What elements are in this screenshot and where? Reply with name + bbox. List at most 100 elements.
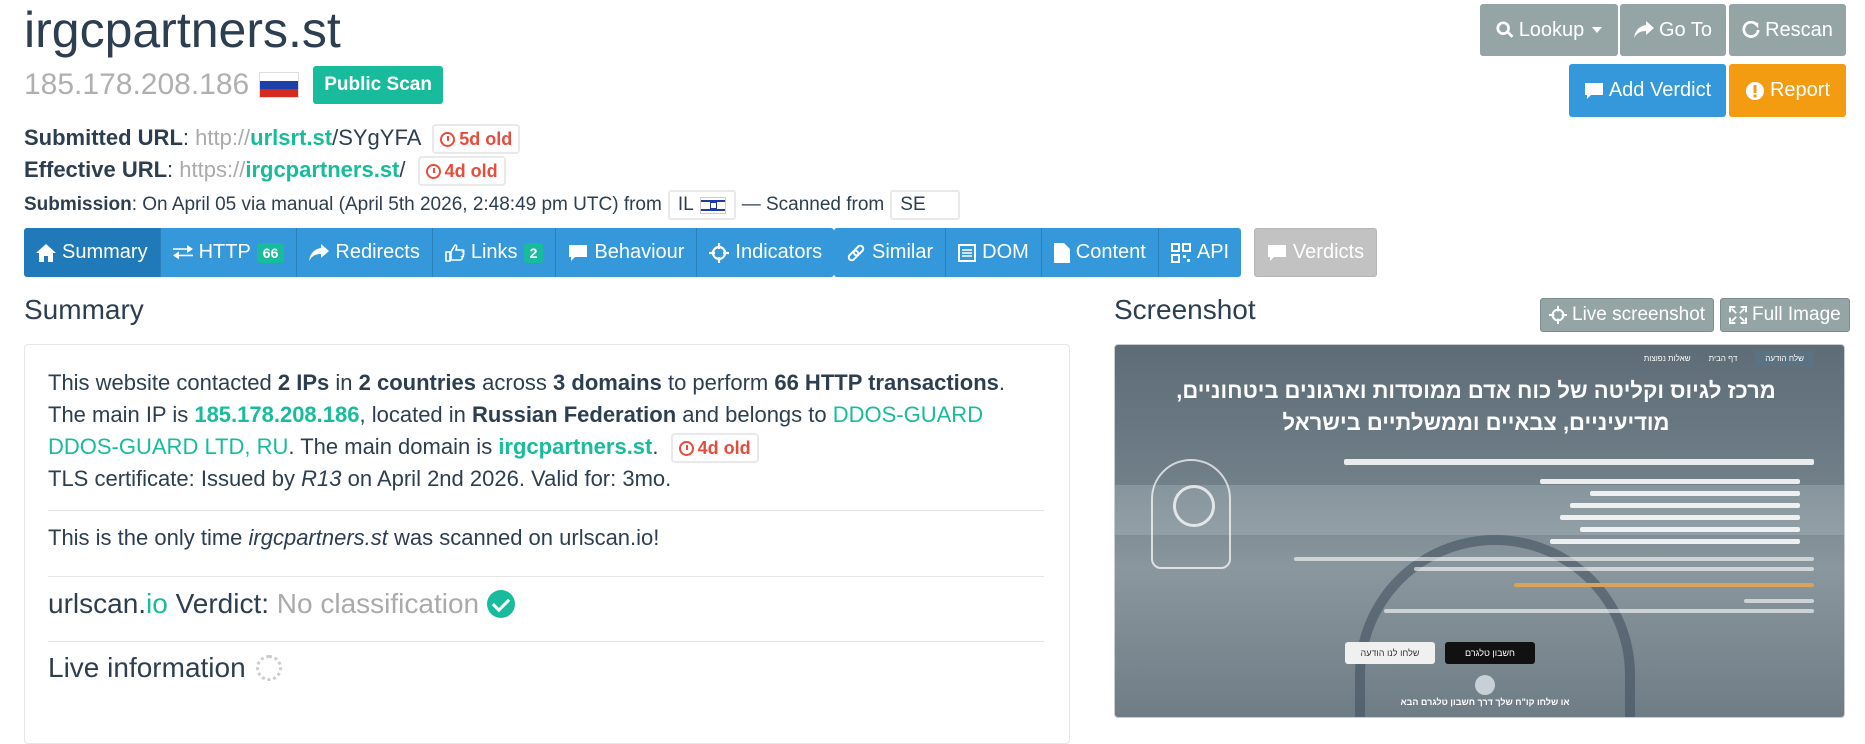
- tab-http[interactable]: HTTP 66: [160, 228, 298, 277]
- tab-redirects[interactable]: Redirects: [297, 228, 433, 277]
- screenshot-heading: Screenshot: [1114, 294, 1256, 325]
- goto-button[interactable]: Go To: [1620, 4, 1726, 56]
- primary-tabs: Summary HTTP 66 Redirects Links 2 Behavi…: [24, 228, 835, 277]
- submitted-url-scheme: http://: [195, 125, 251, 150]
- submission-label: Submission: [24, 194, 132, 215]
- irgc-emblem-icon: [1151, 459, 1231, 569]
- screenshot-footer: או שלחו קו"ח שלך דרך חשבון טלגרם הבא: [1400, 697, 1570, 707]
- effective-age-badge: 4d old: [417, 156, 506, 187]
- text-line: [1590, 491, 1800, 496]
- summary-heading: Summary: [24, 294, 144, 325]
- main-domain-link[interactable]: irgcpartners.st: [498, 434, 652, 459]
- text-line: [1744, 599, 1814, 603]
- effective-url-line: Effective URL: https://irgcpartners.st/ …: [24, 154, 520, 187]
- scanned-from-label: — Scanned from: [741, 194, 885, 215]
- clock-icon: [678, 440, 694, 456]
- home-icon: [36, 243, 56, 262]
- effective-url-host[interactable]: irgcpartners.st: [245, 157, 399, 182]
- submission-line: Submission: On April 05 via manual (Apri…: [24, 190, 961, 220]
- russia-flag-icon: [259, 72, 300, 98]
- urlscan-verdict: urlscan.io Verdict: No classification: [48, 588, 516, 620]
- tab-summary-label: Summary: [62, 241, 148, 263]
- submitted-url-label: Submitted URL: [24, 125, 183, 150]
- public-scan-badge: Public Scan: [313, 66, 443, 104]
- add-verdict-label: Add Verdict: [1608, 79, 1712, 101]
- main-ip-link[interactable]: 185.178.208.186: [194, 402, 359, 427]
- tab-links[interactable]: Links 2: [432, 228, 557, 277]
- tab-api[interactable]: API: [1158, 228, 1242, 277]
- tab-behaviour[interactable]: Behaviour: [556, 228, 698, 277]
- tab-indicators[interactable]: Indicators: [697, 228, 835, 277]
- text-line: [1570, 503, 1800, 508]
- secondary-tabs: Similar DOM Content API: [834, 228, 1242, 277]
- submitted-url-host[interactable]: urlsrt.st: [250, 125, 332, 150]
- links-count-badge: 2: [523, 242, 544, 263]
- report-label: Report: [1769, 79, 1831, 101]
- from-country-box: IL: [667, 190, 736, 220]
- thumbs-up-icon: [445, 243, 465, 262]
- live-information: Live information: [48, 652, 282, 684]
- summary-paragraph: This website contacted 2 IPs in 2 countr…: [48, 370, 1006, 492]
- tab-content[interactable]: Content: [1041, 228, 1159, 277]
- list-alt-icon: [958, 243, 977, 262]
- add-verdict-button[interactable]: Add Verdict: [1569, 64, 1726, 117]
- page-screenshot[interactable]: שאלות נפוצות דף הבית שלח הודעה מרכז לגיו…: [1114, 344, 1845, 718]
- lookup-label: Lookup: [1518, 18, 1585, 41]
- domains-count: 3 domains: [553, 370, 662, 395]
- tab-summary[interactable]: Summary: [24, 228, 161, 277]
- from-country-code: IL: [677, 194, 694, 215]
- qrcode-icon: [1170, 242, 1191, 263]
- effective-url-scheme: https://: [179, 157, 246, 183]
- exchange-icon: [172, 244, 193, 259]
- file-icon: [1053, 242, 1070, 263]
- transactions-count: 66 HTTP transactions: [774, 370, 999, 395]
- ip-row: 185.178.208.186 Public Scan: [24, 66, 443, 104]
- report-button[interactable]: Report: [1729, 64, 1846, 117]
- emblem-watermark: [1355, 535, 1635, 717]
- clock-icon: [425, 163, 441, 179]
- search-icon: [1496, 21, 1514, 38]
- text-line: [1550, 539, 1800, 544]
- live-screenshot-label: Live screenshot: [1572, 304, 1706, 325]
- full-image-button[interactable]: Full Image: [1720, 298, 1850, 332]
- full-image-label: Full Image: [1752, 304, 1841, 325]
- tab-verdicts[interactable]: Verdicts: [1254, 228, 1377, 277]
- screenshot-nav-send: שלח הודעה: [1755, 351, 1814, 366]
- tab-redirects-label: Redirects: [335, 241, 420, 263]
- exclamation-circle-icon: [1745, 81, 1764, 100]
- refresh-icon: [1742, 21, 1760, 38]
- tab-dom-label: DOM: [982, 241, 1029, 263]
- share-arrow-icon: [309, 243, 330, 261]
- country: Russian Federation: [472, 402, 677, 427]
- share-arrow-icon: [1634, 21, 1654, 38]
- comment-icon: [1267, 244, 1286, 261]
- screenshot-headline: מרכז לגיוס וקליטה של כוח אדם ממוסדות ואר…: [1176, 378, 1776, 435]
- history-domain: irgcpartners.st: [248, 525, 388, 550]
- tab-verdicts-label: Verdicts: [1292, 241, 1365, 263]
- tab-indicators-label: Indicators: [735, 241, 823, 263]
- check-circle-icon: [487, 590, 516, 618]
- page-title: irgcpartners.st: [24, 2, 341, 58]
- lookup-button[interactable]: Lookup: [1480, 4, 1618, 56]
- divider: [48, 576, 1044, 577]
- text-line: [1580, 527, 1800, 532]
- screenshot-nav: שאלות נפוצות דף הבית שלח הודעה: [1644, 351, 1814, 366]
- submission-text: : On April 05 via manual (April 5th 2026…: [131, 194, 662, 215]
- tab-similar-label: Similar: [872, 241, 934, 263]
- crosshair-icon: [709, 242, 730, 263]
- israel-flag-icon: [699, 196, 726, 214]
- text-line: [1344, 459, 1814, 465]
- text-line: [1540, 479, 1800, 484]
- tab-similar[interactable]: Similar: [834, 228, 947, 277]
- http-count-badge: 66: [256, 242, 285, 263]
- live-screenshot-button[interactable]: Live screenshot: [1540, 298, 1715, 332]
- submitted-age-text: 5d old: [459, 129, 513, 150]
- rescan-button[interactable]: Rescan: [1729, 4, 1846, 56]
- ips-count: 2 IPs: [277, 370, 330, 395]
- screenshot-nav-home: דף הבית: [1708, 354, 1738, 363]
- screenshot-nav-faq: שאלות נפוצות: [1643, 354, 1691, 363]
- crosshair-icon: [1549, 306, 1567, 324]
- main-domain-age-badge: 4d old: [670, 433, 759, 464]
- tab-dom[interactable]: DOM: [946, 228, 1042, 277]
- url-info: Submitted URL: http://urlsrt.st/SYgYFA 5…: [24, 122, 521, 187]
